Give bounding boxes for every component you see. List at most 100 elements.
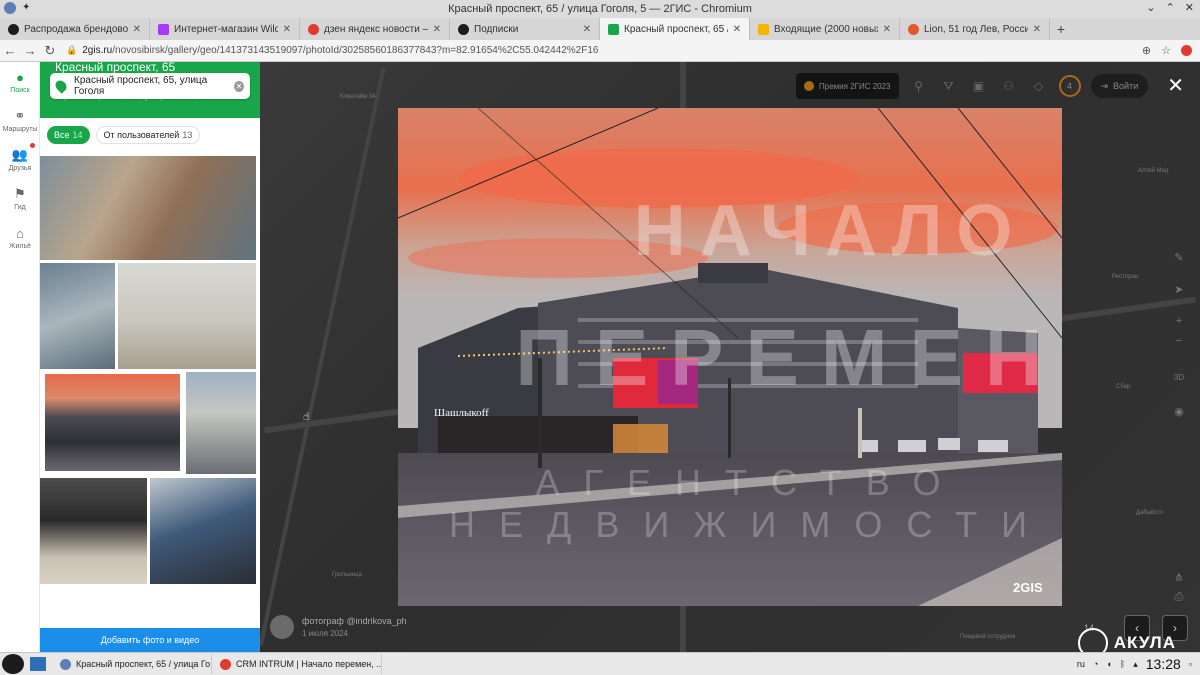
author-name[interactable]: фотограф @indrikova_ph: [302, 616, 407, 626]
start-menu-icon[interactable]: [2, 654, 24, 674]
photo-gallery-panel: Красный проспект, 65 Красный проспект, 6…: [40, 62, 260, 652]
tab-close-icon[interactable]: ✕: [433, 24, 441, 35]
tab-strip: Распродажа брендовой од ✕ Интернет-магаз…: [0, 18, 1200, 40]
login-label: Войти: [1113, 81, 1139, 91]
bookmark-star-icon[interactable]: ☆: [1161, 44, 1171, 57]
clock[interactable]: 13:28: [1146, 656, 1181, 672]
photo-thumbnail[interactable]: [40, 156, 256, 260]
rail-label: Друзья: [8, 165, 32, 172]
keyboard-layout[interactable]: ru: [1077, 659, 1085, 669]
photo-thumbnail[interactable]: [40, 263, 115, 369]
search-value: Красный проспект, 65, улица Гоголя: [74, 75, 208, 97]
filter-label: Все: [54, 130, 70, 140]
photo-thumbnail[interactable]: [186, 372, 256, 474]
tab-close-icon[interactable]: ✕: [283, 24, 291, 35]
reload-icon[interactable]: ↻: [40, 43, 60, 59]
new-tab-icon[interactable]: +: [1050, 18, 1072, 40]
window-title: Красный проспект, 65 / улица Гоголя, 5 —…: [448, 3, 752, 15]
system-tray: ru ◔ ◖ ᛒ ▴ 13:28 ▫: [1077, 656, 1200, 672]
tab-label: Входящие (2000 новых писе: [774, 23, 878, 35]
clear-search-icon[interactable]: ✕: [233, 80, 244, 92]
volume-icon[interactable]: ◖: [1106, 659, 1111, 669]
rail-label: Жильё: [9, 242, 31, 250]
rail-label: Гид: [14, 204, 26, 211]
browser-tab[interactable]: Входящие (2000 новых писе ✕: [750, 18, 900, 40]
photo-viewer: Клинтайм 34 Алтей Мед Ресторан Сбер Грил…: [260, 62, 1200, 652]
rail-item-guide[interactable]: ⚑ Гид: [0, 179, 40, 218]
tab-close-icon[interactable]: ✕: [133, 24, 141, 35]
forward-icon[interactable]: →: [20, 43, 40, 58]
tab-close-icon[interactable]: ✕: [883, 24, 891, 35]
map-label: Грильница: [332, 572, 362, 578]
zoom-icon[interactable]: ⊕: [1142, 44, 1151, 57]
login-icon: ⇥: [1100, 80, 1109, 91]
browser-tab[interactable]: дзен яндекс новости — Янд ✕: [300, 18, 450, 40]
shop-sign: Шашлыкоff: [434, 407, 489, 419]
locate-icon[interactable]: ➤: [1170, 280, 1188, 298]
tab-close-icon[interactable]: ✕: [1033, 24, 1041, 35]
browser-tab-active[interactable]: Красный проспект, 65 / ули ✕: [600, 18, 750, 40]
rail-item-search[interactable]: ● Поиск: [0, 62, 40, 101]
stroller-icon[interactable]: ⛛: [939, 76, 959, 96]
tab-favicon-icon: [158, 23, 169, 35]
window-close-icon[interactable]: ✕: [1185, 1, 1194, 14]
rail-item-routes[interactable]: ⚭ Маршруты: [0, 101, 40, 140]
maximize-icon[interactable]: ⌃: [1166, 1, 1175, 14]
premium-badge[interactable]: Премия 2ГИС 2023: [796, 73, 899, 99]
photo-thumbnail[interactable]: [150, 478, 256, 584]
notification-badge[interactable]: 4: [1058, 75, 1081, 97]
filter-all-chip[interactable]: Все 14: [47, 126, 90, 144]
url-field[interactable]: 🔒 2gis.ru/novosibirsk/gallery/geo/141373…: [60, 45, 1142, 56]
filter-label: От пользователей: [103, 130, 180, 140]
tab-label: Красный проспект, 65 / ули: [624, 23, 728, 35]
tab-favicon-icon: [458, 23, 469, 35]
taskbar-task[interactable]: CRM INTRUM | Начало перемен, ...: [212, 654, 382, 674]
browser-tab[interactable]: Интернет-магазин Wildberr ✕: [150, 18, 300, 40]
map-label: Ресторан: [1112, 274, 1139, 280]
search-input[interactable]: Красный проспект, 65, улица Гоголя ✕: [50, 73, 250, 99]
show-desktop-icon[interactable]: ▫: [1189, 659, 1192, 669]
watermark-line-3: АГЕНТСТВО НЕДВИЖИМОСТИ: [448, 462, 1052, 545]
extension-icon[interactable]: [1181, 45, 1192, 56]
tab-label: Распродажа брендовой од: [24, 23, 128, 35]
print-icon[interactable]: ⎙: [1170, 588, 1188, 606]
tab-label: Интернет-магазин Wildberr: [174, 23, 278, 35]
panel-header: Красный проспект, 65 Красный проспект, 6…: [40, 62, 260, 118]
layers-icon[interactable]: ◇: [1029, 76, 1049, 96]
tray-arrow-icon[interactable]: ▴: [1133, 659, 1138, 670]
photo-thumbnail[interactable]: [118, 263, 256, 369]
browser-tab[interactable]: Распродажа брендовой од ✕: [0, 18, 150, 40]
tab-label: Подписки: [474, 23, 519, 35]
author-avatar[interactable]: [270, 615, 294, 639]
bus-icon[interactable]: ▣: [969, 76, 989, 96]
compass-icon[interactable]: ◉: [1170, 402, 1188, 420]
network-icon[interactable]: ◔: [1093, 659, 1098, 669]
taskbar-task[interactable]: Красный проспект, 65 / улица Го...: [52, 654, 212, 674]
photo-thumbnail[interactable]: [40, 478, 147, 584]
browser-tab[interactable]: Lion, 51 год Лев, Россия, Нов ✕: [900, 18, 1050, 40]
location-pin-icon: [53, 78, 69, 94]
tab-close-icon[interactable]: ✕: [733, 24, 741, 35]
photo-thumbnail-selected[interactable]: [45, 374, 180, 471]
pin-icon[interactable]: ✦: [22, 2, 30, 14]
tab-close-icon[interactable]: ✕: [583, 24, 591, 35]
share-icon[interactable]: ⋔: [1170, 568, 1188, 586]
people-icon[interactable]: ⚇: [999, 76, 1019, 96]
task-label: CRM INTRUM | Начало перемен, ...: [236, 659, 382, 669]
close-viewer-icon[interactable]: ✕: [1167, 76, 1184, 96]
photo-filters: Все 14 От пользователей 13: [40, 118, 260, 152]
desktop-pager-icon[interactable]: [30, 657, 46, 671]
filter-users-chip[interactable]: От пользователей 13: [95, 126, 201, 144]
rail-item-housing[interactable]: ⌂ Жильё: [0, 218, 40, 257]
browser-tab[interactable]: Подписки ✕: [450, 18, 600, 40]
minimize-icon[interactable]: ⌄: [1146, 1, 1155, 14]
taskbar: Красный проспект, 65 / улица Го... CRM I…: [0, 652, 1200, 675]
app-menu-icon[interactable]: [4, 2, 16, 14]
food-icon[interactable]: ⚲: [909, 76, 929, 96]
back-icon[interactable]: ←: [0, 43, 20, 58]
login-button[interactable]: ⇥ Войти: [1090, 74, 1149, 98]
bluetooth-icon[interactable]: ᛒ: [1120, 659, 1125, 669]
add-photo-button[interactable]: Добавить фото и видео: [40, 628, 260, 652]
url-path: /novosibirsk/gallery/geo/141373143519097…: [112, 45, 599, 56]
url-host: 2gis.ru: [82, 45, 113, 56]
